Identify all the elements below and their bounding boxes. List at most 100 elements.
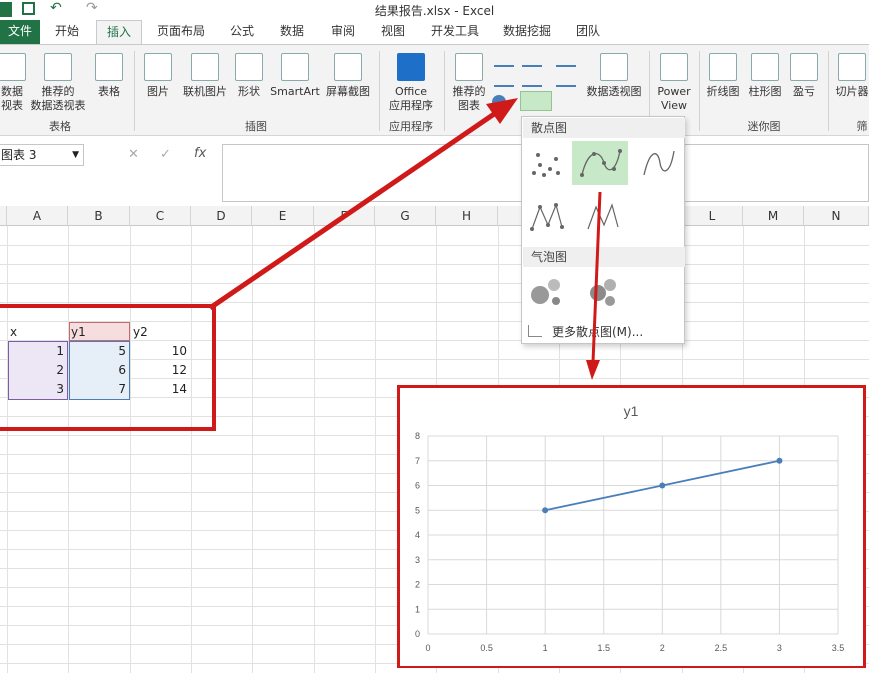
column-header-d[interactable]: D bbox=[191, 206, 252, 226]
x-tick-label: 1.5 bbox=[597, 643, 610, 653]
column-header-h[interactable]: H bbox=[436, 206, 498, 226]
group-tables-label: 表格 bbox=[49, 120, 71, 133]
screenshot-button[interactable]: 屏幕截图 bbox=[322, 53, 374, 99]
shapes-button[interactable]: 形状 bbox=[232, 53, 266, 99]
scatter-straight-lines-option[interactable] bbox=[584, 199, 620, 235]
sparkline-winloss-button[interactable]: 盈亏 bbox=[788, 53, 820, 99]
sparkline-column-icon bbox=[751, 53, 779, 81]
more-scatter-charts-link[interactable]: 更多散点图(M)... bbox=[552, 323, 643, 340]
x-tick-label: 3.5 bbox=[832, 643, 845, 653]
scatter-chart-icon[interactable] bbox=[520, 91, 552, 111]
sparkline-column-button[interactable]: 柱形图 bbox=[744, 53, 786, 99]
name-box[interactable]: 图表 3 ▼ bbox=[0, 144, 84, 166]
separator bbox=[134, 51, 135, 131]
column-header-n[interactable]: N bbox=[804, 206, 869, 226]
x-tick-label: 3 bbox=[777, 643, 782, 653]
tab-home[interactable]: 开始 bbox=[46, 20, 88, 44]
pivot-chart-button[interactable]: 数据透视图 bbox=[584, 53, 644, 99]
table-label: 表格 bbox=[98, 85, 120, 98]
slicer-icon bbox=[838, 53, 866, 81]
combo-chart-icon[interactable] bbox=[556, 71, 576, 87]
separator bbox=[828, 51, 829, 131]
statistic-chart-icon[interactable] bbox=[522, 71, 542, 87]
tab-data[interactable]: 数据 bbox=[272, 20, 312, 44]
group-filter-label: 筛 bbox=[856, 120, 868, 133]
bubble-section-header: 气泡图 bbox=[523, 247, 685, 267]
column-header-c[interactable]: C bbox=[130, 206, 191, 226]
tab-page-layout[interactable]: 页面布局 bbox=[150, 20, 212, 44]
power-view-icon bbox=[660, 53, 688, 81]
pivot-table-button[interactable]: 数据 视表 bbox=[0, 53, 28, 113]
x-tick-label: 2 bbox=[660, 643, 665, 653]
scatter-smooth-lines-markers-option[interactable] bbox=[572, 141, 628, 185]
online-picture-label: 联机图片 bbox=[183, 85, 227, 98]
office-icon bbox=[397, 53, 425, 81]
column-header-m[interactable]: M bbox=[743, 206, 804, 226]
bubble-3d-option[interactable] bbox=[584, 273, 620, 309]
pie-chart-icon[interactable] bbox=[492, 95, 506, 109]
column-header-a[interactable]: A bbox=[7, 206, 68, 226]
recommended-charts-button[interactable]: 推荐的 图表 bbox=[448, 53, 490, 113]
tab-review[interactable]: 审阅 bbox=[322, 20, 364, 44]
column-header-f[interactable]: F bbox=[314, 206, 375, 226]
scatter-smooth-lines-option[interactable] bbox=[640, 145, 676, 181]
sparkline-line-button[interactable]: 折线图 bbox=[702, 53, 744, 99]
smartart-button[interactable]: SmartArt bbox=[268, 53, 322, 99]
column-header-b[interactable]: B bbox=[68, 206, 130, 226]
x-tick-label: 0.5 bbox=[480, 643, 493, 653]
picture-button[interactable]: 图片 bbox=[142, 53, 174, 99]
online-picture-icon bbox=[191, 53, 219, 81]
pivot-chart-label: 数据透视图 bbox=[586, 85, 642, 98]
sparkline-column-label: 柱形图 bbox=[748, 85, 782, 98]
table-button[interactable]: 表格 bbox=[92, 53, 126, 99]
group-sparklines-label: 迷你图 bbox=[747, 120, 781, 133]
pivot-table-label: 数据 视表 bbox=[1, 85, 23, 112]
scatter-straight-lines-markers-option[interactable] bbox=[528, 199, 564, 235]
x-tick-label: 1 bbox=[543, 643, 548, 653]
data-point bbox=[776, 457, 783, 464]
data-highlight-box bbox=[0, 304, 216, 431]
tab-view[interactable]: 视图 bbox=[372, 20, 414, 44]
row-header-corner[interactable] bbox=[0, 206, 7, 226]
tab-data-mining[interactable]: 数据挖掘 bbox=[496, 20, 558, 44]
power-view-label: Power View bbox=[657, 85, 691, 112]
y-tick-label: 6 bbox=[415, 481, 420, 491]
sparkline-line-label: 折线图 bbox=[706, 85, 740, 98]
group-illustrations-label: 插图 bbox=[245, 120, 267, 133]
column-header-e[interactable]: E bbox=[252, 206, 314, 226]
bubble-option[interactable] bbox=[528, 273, 564, 309]
ribbon-tabs: 文件 开始 插入 页面布局 公式 数据 审阅 视图 开发工具 数据挖掘 团队 bbox=[0, 20, 869, 45]
column-chart-icon[interactable] bbox=[494, 51, 514, 67]
column-header-g[interactable]: G bbox=[375, 206, 436, 226]
fx-icon[interactable]: fx bbox=[194, 146, 206, 161]
enter-icon[interactable]: ✓ bbox=[160, 147, 171, 162]
tab-formulas[interactable]: 公式 bbox=[222, 20, 262, 44]
line-chart-icon[interactable] bbox=[494, 71, 514, 87]
chevron-down-icon[interactable]: ▼ bbox=[72, 145, 79, 165]
scatter-markers-option[interactable] bbox=[528, 145, 564, 181]
scatter-chart[interactable]: y1 0 1 2 3 4 5 6 7 8 0 0.5 1 1.5 2 2.5 3 3.5 bbox=[400, 388, 863, 666]
window-title: 结果报告.xlsx - Excel bbox=[374, 4, 495, 18]
hierarchy-chart-icon[interactable] bbox=[522, 51, 542, 67]
cancel-icon[interactable]: ✕ bbox=[128, 147, 139, 162]
recommended-pivot-button[interactable]: 推荐的 数据透视表 bbox=[28, 53, 88, 113]
sparkline-winloss-icon bbox=[790, 53, 818, 81]
x-tick-label: 0 bbox=[425, 643, 430, 653]
name-box-value: 图表 3 bbox=[1, 148, 37, 162]
recommended-charts-label: 推荐的 图表 bbox=[452, 85, 486, 112]
waterfall-chart-icon[interactable] bbox=[556, 51, 576, 67]
tab-team[interactable]: 团队 bbox=[568, 20, 608, 44]
tab-developer[interactable]: 开发工具 bbox=[424, 20, 486, 44]
y-tick-label: 4 bbox=[415, 530, 420, 540]
x-tick-label: 2.5 bbox=[715, 643, 728, 653]
office-apps-label: Office 应用程序 bbox=[389, 85, 433, 112]
sparkline-line-icon bbox=[709, 53, 737, 81]
slicer-button[interactable]: 切片器 bbox=[832, 53, 869, 99]
office-apps-button[interactable]: Office 应用程序 bbox=[382, 53, 440, 113]
power-view-button[interactable]: Power View bbox=[652, 53, 696, 113]
tab-file[interactable]: 文件 bbox=[0, 20, 40, 44]
column-header-l[interactable]: L bbox=[682, 206, 743, 226]
tab-insert[interactable]: 插入 bbox=[96, 20, 142, 45]
online-picture-button[interactable]: 联机图片 bbox=[178, 53, 232, 99]
y-tick-label: 8 bbox=[415, 431, 420, 441]
